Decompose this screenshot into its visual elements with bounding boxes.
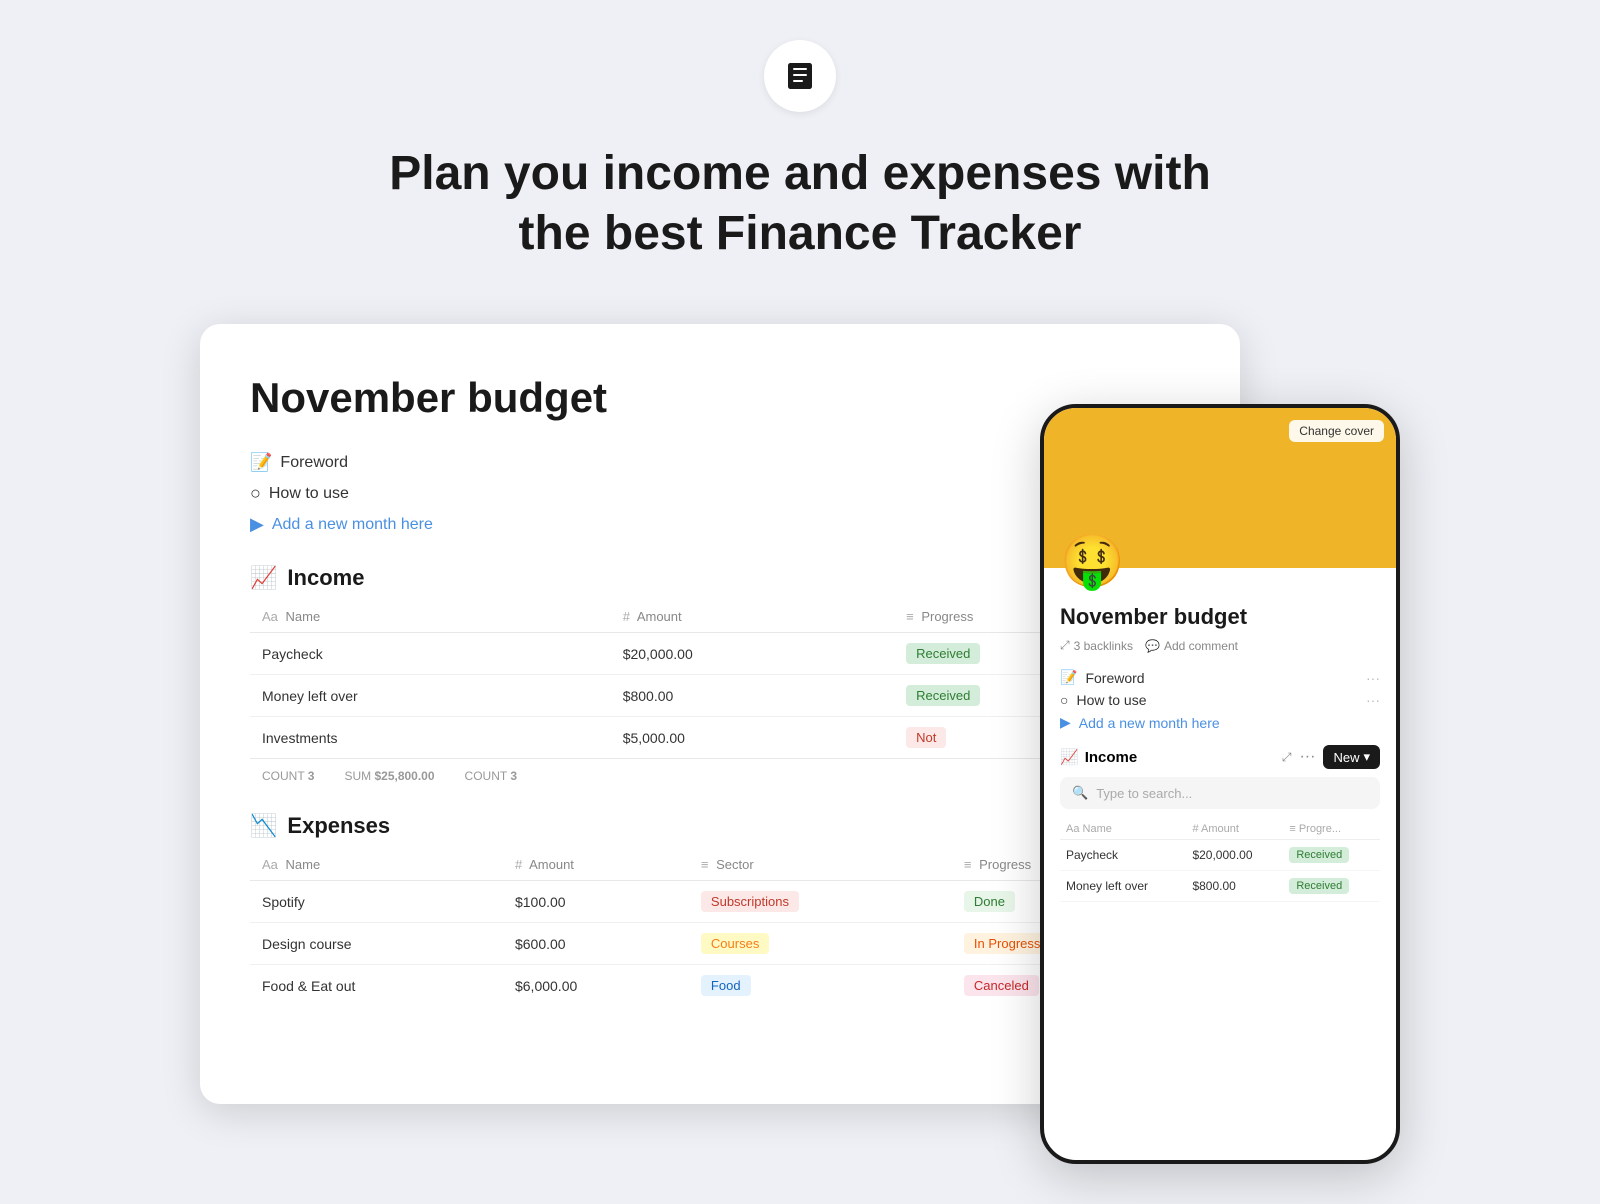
mobile-section-actions: ⤢ ··· New ▾	[1282, 745, 1380, 769]
row-amount: $800.00	[611, 675, 894, 717]
nav-label-foreword: Foreword	[280, 454, 348, 472]
cover-emoji-icon: 🤑	[1060, 536, 1125, 588]
exp-row-amount: $100.00	[503, 881, 689, 923]
mobile-row-money-left-amount: $800.00	[1186, 871, 1283, 902]
exp-row-name: Design course	[250, 923, 503, 965]
mobile-nav-foreword[interactable]: 📝 Foreword ···	[1060, 669, 1380, 686]
mobile-card: Change cover 🤑 November budget ⤢ 3 backl…	[1040, 404, 1400, 1164]
mobile-foreword-icon: 📝	[1060, 669, 1077, 686]
exp-col-sector: ≡ Sector	[689, 849, 952, 881]
how-to-use-icon: ○	[250, 483, 261, 504]
add-comment[interactable]: 💬 Add comment	[1145, 639, 1238, 653]
mobile-more-icon[interactable]: ···	[1299, 748, 1315, 766]
mobile-expand-icon[interactable]: ⤢	[1282, 750, 1292, 765]
exp-row-amount: $600.00	[503, 923, 689, 965]
mobile-search-icon: 🔍	[1072, 785, 1088, 801]
row-name: Investments	[250, 717, 611, 759]
mobile-income-emoji: 📈	[1060, 748, 1079, 766]
income-count: COUNT 3	[262, 769, 314, 783]
mobile-how-to-use-icon: ○	[1060, 692, 1068, 708]
mobile-row-paycheck-amount: $20,000.00	[1186, 840, 1283, 871]
mobile-row-paycheck: Paycheck	[1060, 840, 1186, 871]
income-col-amount: # Amount	[611, 601, 894, 633]
nav-label-add-month: Add a new month here	[272, 516, 433, 534]
exp-col-name: Aa Name	[250, 849, 503, 881]
row-name: Money left over	[250, 675, 611, 717]
expenses-title: 📉 Expenses	[250, 813, 390, 839]
mobile-row-money-left: Money left over	[1060, 871, 1186, 902]
add-month-icon: ▶	[250, 514, 264, 535]
income-col-name: Aa Name	[250, 601, 611, 633]
mobile-income-table: Aa Name # Amount ≡ Progre... Paycheck $2…	[1060, 819, 1380, 902]
backlinks-icon: ⤢	[1060, 638, 1070, 653]
mobile-page-title: November budget	[1060, 604, 1380, 630]
mobile-add-month-icon: ▶	[1060, 714, 1071, 731]
row-amount: $5,000.00	[611, 717, 894, 759]
mobile-col-progress: ≡ Progre...	[1283, 819, 1380, 840]
mobile-nav-how-to-use[interactable]: ○ How to use ···	[1060, 692, 1380, 708]
mobile-nav-dots-how-to-use[interactable]: ···	[1366, 692, 1380, 708]
new-btn-arrow-icon: ▾	[1363, 749, 1370, 765]
income-emoji-icon: 📈	[250, 565, 277, 591]
mobile-income-title: 📈 Income	[1060, 748, 1137, 766]
mobile-meta: ⤢ 3 backlinks 💬 Add comment	[1060, 638, 1380, 653]
foreword-icon: 📝	[250, 452, 272, 473]
comment-icon: 💬	[1145, 639, 1160, 653]
expenses-emoji-icon: 📉	[250, 813, 277, 839]
mobile-col-name: Aa Name	[1060, 819, 1186, 840]
scene: November budget 📝 Foreword ○ How to use …	[200, 324, 1400, 1144]
backlinks[interactable]: ⤢ 3 backlinks	[1060, 638, 1133, 653]
mobile-nav-dots-foreword[interactable]: ···	[1366, 670, 1380, 686]
income-count2: COUNT 3	[465, 769, 517, 783]
mobile-col-amount: # Amount	[1186, 819, 1283, 840]
row-amount: $20,000.00	[611, 633, 894, 675]
nav-label-how-to-use: How to use	[269, 485, 349, 503]
mobile-content: November budget ⤢ 3 backlinks 💬 Add comm…	[1044, 568, 1396, 918]
exp-row-name: Food & Eat out	[250, 965, 503, 1007]
exp-row-name: Spotify	[250, 881, 503, 923]
mobile-cover: Change cover 🤑	[1044, 408, 1396, 568]
hero-title: Plan you income and expenses with the be…	[389, 144, 1211, 264]
mobile-table-row: Paycheck $20,000.00 Received	[1060, 840, 1380, 871]
income-title: 📈 Income	[250, 565, 364, 591]
mobile-new-button[interactable]: New ▾	[1323, 745, 1380, 769]
mobile-search-bar[interactable]: 🔍 Type to search...	[1060, 777, 1380, 809]
change-cover-button[interactable]: Change cover	[1289, 420, 1384, 442]
mobile-nav: 📝 Foreword ··· ○ How to use ··· ▶ Add a …	[1060, 669, 1380, 731]
row-name: Paycheck	[250, 633, 611, 675]
mobile-row-paycheck-badge: Received	[1283, 840, 1380, 871]
exp-row-amount: $6,000.00	[503, 965, 689, 1007]
mobile-nav-add-month[interactable]: ▶ Add a new month here	[1060, 714, 1380, 731]
mobile-row-money-left-badge: Received	[1283, 871, 1380, 902]
exp-row-sector: Food	[689, 965, 952, 1007]
mobile-income-header: 📈 Income ⤢ ··· New ▾	[1060, 745, 1380, 769]
exp-row-sector: Courses	[689, 923, 952, 965]
exp-row-sector: Subscriptions	[689, 881, 952, 923]
mobile-table-row: Money left over $800.00 Received	[1060, 871, 1380, 902]
exp-col-amount: # Amount	[503, 849, 689, 881]
notion-logo	[764, 40, 836, 112]
income-sum: SUM $25,800.00	[344, 769, 434, 783]
